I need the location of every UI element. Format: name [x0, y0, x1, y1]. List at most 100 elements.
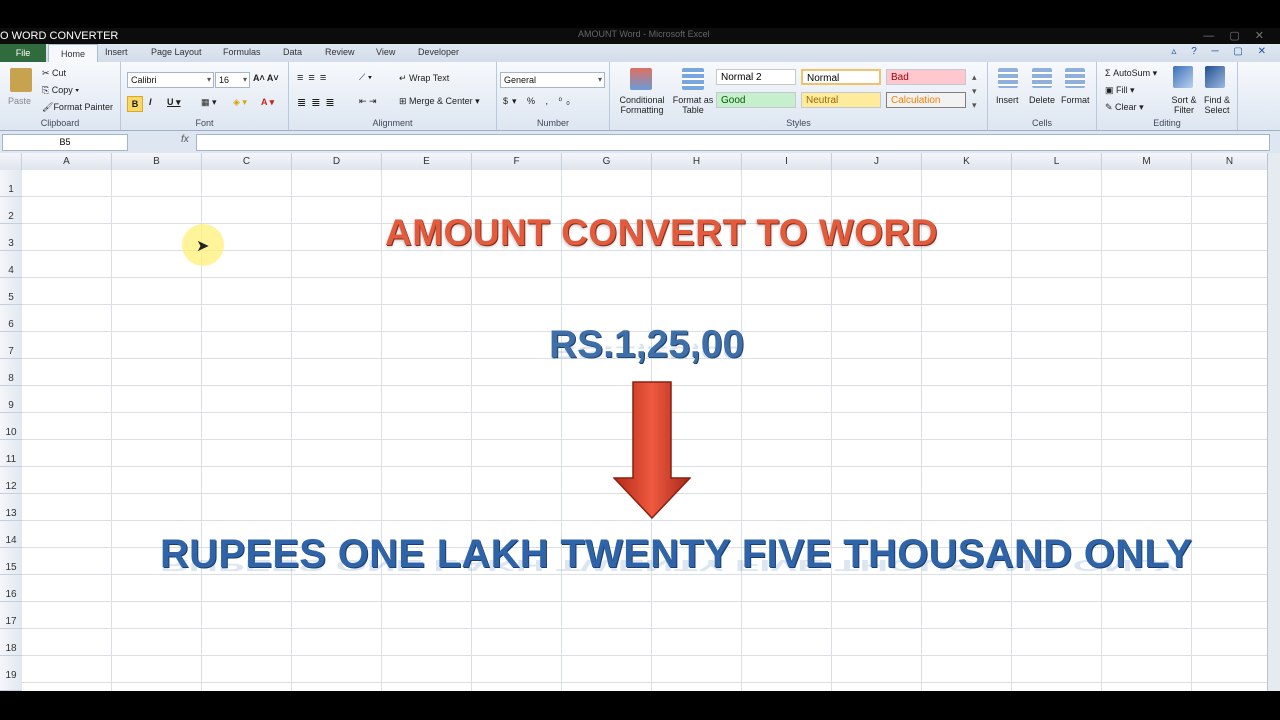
row-header[interactable]: 5: [0, 278, 22, 305]
style-bad[interactable]: Bad: [886, 69, 966, 85]
fill-button[interactable]: ▣ Fill ▾: [1105, 85, 1135, 96]
row-header[interactable]: 17: [0, 602, 22, 629]
row-header[interactable]: 13: [0, 494, 22, 521]
paste-icon[interactable]: [10, 68, 32, 92]
row-header[interactable]: 8: [0, 359, 22, 386]
tab-developer[interactable]: Developer: [418, 47, 459, 57]
font-name-select[interactable]: Calibri: [127, 72, 214, 88]
column-header[interactable]: L: [1012, 153, 1102, 170]
column-header[interactable]: D: [292, 153, 382, 170]
row-header[interactable]: 12: [0, 467, 22, 494]
font-color-icon[interactable]: A ▾: [261, 97, 274, 108]
find-select-button[interactable]: Find & Select: [1200, 95, 1234, 115]
underline-button[interactable]: U ▾: [167, 97, 181, 108]
clear-label: Clear: [1115, 102, 1137, 112]
insert-cells-icon[interactable]: [998, 68, 1018, 88]
indent-icons[interactable]: ⇤ ⇥: [359, 96, 377, 107]
format-button[interactable]: Format: [1061, 95, 1090, 105]
column-header[interactable]: G: [562, 153, 652, 170]
format-as-table-button[interactable]: Format as Table: [670, 95, 716, 115]
format-cells-icon[interactable]: [1065, 68, 1085, 88]
sort-filter-icon[interactable]: [1173, 66, 1193, 88]
number-format-icons[interactable]: $▾ % , ⁰₀: [503, 96, 574, 107]
style-normal2[interactable]: Normal 2: [716, 69, 796, 85]
format-table-icon[interactable]: [682, 68, 704, 90]
copy-button[interactable]: ⎘ Copy ▾: [42, 85, 79, 96]
fx-icon[interactable]: fx: [181, 134, 189, 145]
help-icon[interactable]: ▵ ? ─ ▢ ✕: [1171, 46, 1272, 57]
amount-reflection: RS.1,25,00: [549, 342, 745, 362]
row-header[interactable]: 16: [0, 575, 22, 602]
tab-page-layout[interactable]: Page Layout: [151, 47, 202, 57]
font-group: Calibri 16 A˄ A˅ B I U ▾ ▦ ▾ ◈ ▾ A ▾ Fon…: [121, 62, 289, 130]
row-header[interactable]: 6: [0, 305, 22, 332]
style-normal[interactable]: Normal: [801, 69, 881, 85]
tab-view[interactable]: View: [376, 47, 395, 57]
cut-button[interactable]: ✂ Cut: [42, 68, 66, 79]
row-header[interactable]: 15: [0, 548, 22, 575]
row-header[interactable]: 4: [0, 251, 22, 278]
merge-center-button[interactable]: ⊞ Merge & Center ▾: [399, 96, 480, 107]
column-header[interactable]: I: [742, 153, 832, 170]
italic-button[interactable]: I: [149, 97, 152, 107]
sort-filter-button[interactable]: Sort & Filter: [1167, 95, 1201, 115]
window-controls[interactable]: — ▢ ✕: [1203, 29, 1270, 42]
conditional-formatting-button[interactable]: Conditional Formatting: [616, 95, 668, 115]
styles-scroll-icon[interactable]: ▴ ▾ ▾: [972, 70, 977, 112]
delete-cells-icon[interactable]: [1032, 68, 1052, 88]
grow-font-button[interactable]: A˄ A˅: [253, 73, 279, 83]
column-header[interactable]: N: [1192, 153, 1268, 170]
paste-button[interactable]: Paste: [8, 96, 31, 106]
tab-review[interactable]: Review: [325, 47, 355, 57]
column-header[interactable]: A: [22, 153, 112, 170]
row-header[interactable]: 3: [0, 224, 22, 251]
row-header[interactable]: 10: [0, 413, 22, 440]
number-format-select[interactable]: General: [500, 72, 605, 88]
fill-color-icon[interactable]: ◈ ▾: [233, 97, 247, 108]
tab-insert[interactable]: Insert: [105, 47, 128, 57]
bold-button[interactable]: B: [127, 96, 143, 112]
row-header[interactable]: 2: [0, 197, 22, 224]
row-header[interactable]: 11: [0, 440, 22, 467]
column-header[interactable]: M: [1102, 153, 1192, 170]
row-header[interactable]: 9: [0, 386, 22, 413]
style-calculation[interactable]: Calculation: [886, 92, 966, 108]
row-header[interactable]: 14: [0, 521, 22, 548]
orientation-icon[interactable]: ⟋ ▾: [359, 72, 372, 83]
style-neutral[interactable]: Neutral: [801, 92, 881, 108]
clear-button[interactable]: ✎ Clear ▾: [1105, 102, 1144, 113]
column-header[interactable]: C: [202, 153, 292, 170]
font-size-select[interactable]: 16: [215, 72, 250, 88]
column-header[interactable]: B: [112, 153, 202, 170]
vertical-scrollbar[interactable]: [1267, 153, 1280, 691]
borders-button[interactable]: ▦ ▾: [201, 97, 217, 108]
row-header[interactable]: 1: [0, 170, 22, 197]
tab-data[interactable]: Data: [283, 47, 302, 57]
binoculars-icon[interactable]: [1205, 66, 1225, 88]
name-box[interactable]: B5: [2, 134, 128, 151]
column-header[interactable]: K: [922, 153, 1012, 170]
style-good[interactable]: Good: [716, 92, 796, 108]
wrap-text-button[interactable]: ↵ Wrap Text: [399, 73, 449, 84]
column-header[interactable]: J: [832, 153, 922, 170]
conditional-formatting-icon[interactable]: [630, 68, 652, 90]
tab-home[interactable]: Home: [48, 44, 99, 63]
autosum-button[interactable]: Σ AutoSum ▾: [1105, 68, 1157, 79]
select-all-corner[interactable]: [0, 153, 22, 170]
column-header[interactable]: F: [472, 153, 562, 170]
column-header[interactable]: E: [382, 153, 472, 170]
row-header[interactable]: 7: [0, 332, 22, 359]
down-arrow-icon: [613, 381, 691, 520]
tab-formulas[interactable]: Formulas: [223, 47, 261, 57]
row-header[interactable]: 19: [0, 656, 22, 691]
delete-button[interactable]: Delete: [1029, 95, 1055, 105]
copy-label: Copy: [51, 85, 73, 95]
vertical-align-icons[interactable]: ≡≡≡: [297, 72, 331, 84]
formula-input[interactable]: [196, 134, 1270, 151]
horizontal-align-icons[interactable]: ≣≣≣: [297, 96, 340, 109]
format-painter-button[interactable]: 🖌Format Painter: [42, 102, 113, 113]
insert-button[interactable]: Insert: [996, 95, 1019, 105]
tab-file[interactable]: File: [0, 44, 46, 62]
row-header[interactable]: 18: [0, 629, 22, 656]
column-header[interactable]: H: [652, 153, 742, 170]
